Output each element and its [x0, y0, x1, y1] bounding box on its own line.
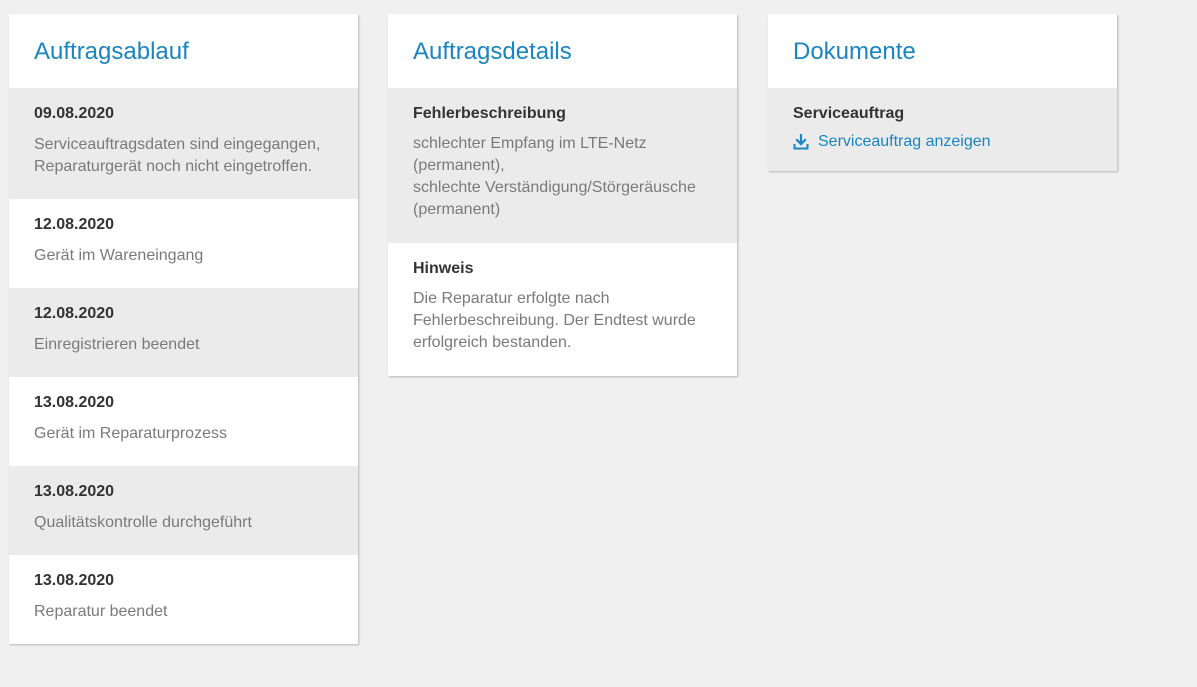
details-card-title: Auftragsdetails — [413, 38, 572, 65]
timeline-entry-date: 09.08.2020 — [34, 105, 115, 122]
note-line: Fehlerbeschreibung. Der Endtest wurde — [413, 312, 696, 329]
note-heading: Hinweis — [413, 260, 474, 277]
timeline-entry-text: Einregistrieren beendet — [34, 336, 200, 353]
timeline-entry-text: Gerät im Wareneingang — [34, 247, 204, 264]
service-order-section: Serviceauftrag Serviceauftrag anzeigen — [768, 88, 1117, 171]
fault-description-line: schlechter Empfang im LTE-Netz — [413, 135, 647, 152]
fault-description-line: schlechte Verständigung/Störgeräusche — [413, 179, 696, 196]
service-order-heading: Serviceauftrag — [793, 105, 905, 122]
timeline-entry-line: Serviceauftragsdaten sind eingegangen, — [34, 136, 321, 153]
timeline-entry: 13.08.2020 Qualitätskontrolle durchgefüh… — [9, 466, 358, 555]
timeline-entry-text: Serviceauftragsdaten sind eingegangen, R… — [34, 134, 333, 178]
fault-description-heading: Fehlerbeschreibung — [413, 105, 566, 122]
timeline-entry: 12.08.2020 Gerät im Wareneingang — [9, 199, 358, 288]
documents-card-title: Dokumente — [793, 38, 916, 65]
fault-description-line: (permanent), — [413, 157, 505, 174]
view-service-order-label: Serviceauftrag anzeigen — [818, 133, 991, 150]
note-line: erfolgreich bestanden. — [413, 334, 572, 351]
timeline-entry-text: Gerät im Reparaturprozess — [34, 425, 227, 442]
timeline-entry: 13.08.2020 Reparatur beendet — [9, 555, 358, 644]
timeline-entry-date: 13.08.2020 — [34, 483, 115, 500]
timeline-entry: 12.08.2020 Einregistrieren beendet — [9, 288, 358, 377]
note-line: Die Reparatur erfolgte nach — [413, 290, 610, 307]
fault-description-text: schlechter Empfang im LTE-Netz (permanen… — [413, 133, 712, 221]
timeline-entry-date: 12.08.2020 — [34, 216, 115, 233]
timeline-entry-date: 12.08.2020 — [34, 305, 115, 322]
note-text: Die Reparatur erfolgte nach Fehlerbeschr… — [413, 288, 712, 354]
timeline-entry: 13.08.2020 Gerät im Reparaturprozess — [9, 377, 358, 466]
timeline-entry-text: Qualitätskontrolle durchgeführt — [34, 514, 252, 531]
documents-card: Dokumente Serviceauftrag Serviceauftrag … — [768, 14, 1117, 171]
fault-description-line: (permanent) — [413, 201, 501, 218]
timeline-card-title: Auftragsablauf — [34, 38, 189, 65]
download-icon — [793, 134, 818, 150]
view-service-order-link[interactable]: Serviceauftrag anzeigen — [793, 133, 1092, 151]
timeline-entry: 09.08.2020 Serviceauftragsdaten sind ein… — [9, 88, 358, 199]
fault-description-section: Fehlerbeschreibung schlechter Empfang im… — [388, 88, 737, 243]
timeline-entry-text: Reparatur beendet — [34, 603, 168, 620]
timeline-entry-line: Reparaturgerät noch nicht eingetroffen. — [34, 158, 313, 175]
details-card: Auftragsdetails Fehlerbeschreibung schle… — [388, 14, 737, 376]
note-section: Hinweis Die Reparatur erfolgte nach Fehl… — [388, 243, 737, 376]
timeline-card: Auftragsablauf 09.08.2020 Serviceauftrag… — [9, 14, 358, 644]
timeline-entry-date: 13.08.2020 — [34, 394, 115, 411]
timeline-entry-date: 13.08.2020 — [34, 572, 115, 589]
